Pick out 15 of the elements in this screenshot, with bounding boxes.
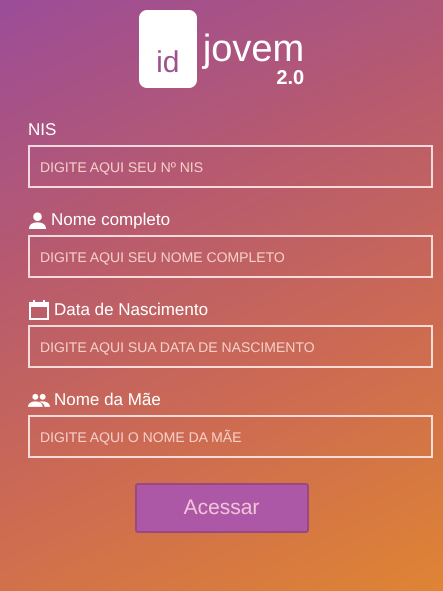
calendar-icon: [28, 299, 50, 321]
field-label: Nome da Mãe: [54, 390, 161, 410]
people-icon: [28, 392, 50, 408]
logo-version: 2.0: [276, 68, 304, 88]
field-label: Nome completo: [51, 210, 170, 230]
field-label: Data de Nascimento: [54, 300, 208, 320]
input-field[interactable]: DIGITE AQUI O NOME DA MÃE: [28, 415, 433, 458]
logo-mark: id: [138, 10, 197, 88]
input-field[interactable]: DIGITE AQUI SUA DATA DE NASCIMENTO: [28, 325, 433, 368]
field-label: NIS: [28, 120, 56, 140]
person-icon: [28, 210, 47, 230]
input-field[interactable]: DIGITE AQUI SEU Nº NIS: [28, 145, 433, 188]
submit-button[interactable]: Acessar: [134, 483, 308, 533]
input-field[interactable]: DIGITE AQUI SEU NOME COMPLETO: [28, 235, 433, 278]
logo-name: jovem: [202, 30, 304, 68]
